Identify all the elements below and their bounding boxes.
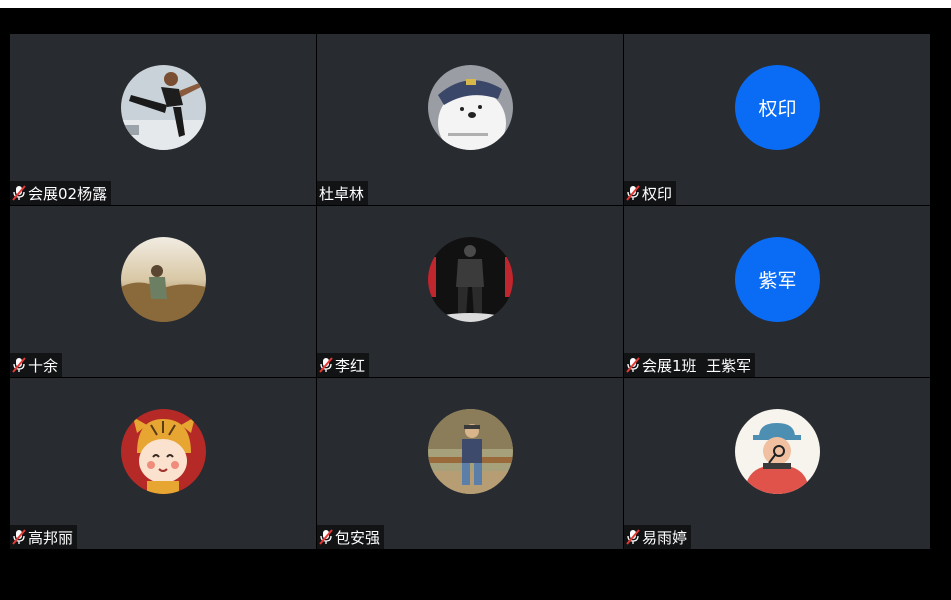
participant-name: 杜卓林: [319, 184, 365, 203]
participant-avatar: [735, 409, 820, 494]
participant-name-tag: 易雨婷: [624, 525, 692, 549]
mic-muted-icon: [319, 357, 333, 373]
detective-cartoon-icon: [735, 409, 820, 494]
mic-muted-icon: [12, 529, 26, 545]
avatar-initials: 紫军: [758, 270, 797, 292]
mic-muted-icon: [626, 185, 640, 201]
top-white-strip: [0, 0, 951, 8]
field-photo-icon: [121, 237, 206, 322]
participant-name: 会展02杨露: [28, 184, 108, 203]
participant-tile[interactable]: 紫军 会展1班 王紫军: [624, 206, 930, 377]
participant-name-tag: 十余: [10, 353, 63, 377]
participant-avatar: [428, 65, 513, 150]
tiger-girl-cartoon-icon: [121, 409, 206, 494]
video-grid: 会展02杨露 杜卓林 权印 权印 十余 李红 紫军 会展1班 王紫军 高邦丽 包…: [10, 34, 931, 550]
participant-name: 高邦丽: [28, 528, 74, 547]
bear-photo-icon: [428, 65, 513, 150]
participant-avatar: [121, 409, 206, 494]
participant-tile[interactable]: 李红: [317, 206, 623, 377]
mic-muted-icon: [626, 529, 640, 545]
participant-name: 易雨婷: [642, 528, 688, 547]
participant-tile[interactable]: 十余: [10, 206, 316, 377]
participant-tile[interactable]: 易雨婷: [624, 378, 930, 549]
avatar-initials: 权印: [758, 98, 797, 120]
participant-name-tag: 包安强: [317, 525, 385, 549]
dancer-photo-icon: [121, 65, 206, 150]
participant-tile[interactable]: 包安强: [317, 378, 623, 549]
participant-tile[interactable]: 杜卓林: [317, 34, 623, 205]
participant-name: 会展1班 王紫军: [642, 356, 752, 375]
basketball-player-photo-icon: [428, 237, 513, 322]
participant-name: 包安强: [335, 528, 381, 547]
participant-avatar: 权印: [735, 65, 820, 150]
mic-muted-icon: [626, 357, 640, 373]
child-photo-icon: [428, 409, 513, 494]
mic-muted-icon: [12, 185, 26, 201]
participant-name: 十余: [28, 356, 59, 375]
mic-muted-icon: [319, 529, 333, 545]
participant-name: 李红: [335, 356, 366, 375]
participant-name: 权印: [642, 184, 673, 203]
participant-name-tag: 李红: [317, 353, 370, 377]
participant-tile[interactable]: 权印 权印: [624, 34, 930, 205]
participant-name-tag: 杜卓林: [317, 181, 369, 205]
mic-muted-icon: [12, 357, 26, 373]
participant-name-tag: 会展02杨露: [10, 181, 112, 205]
participant-name-tag: 高邦丽: [10, 525, 78, 549]
participant-name-tag: 会展1班 王紫军: [624, 353, 756, 377]
participant-avatar: [121, 65, 206, 150]
participant-avatar: [428, 409, 513, 494]
participant-tile[interactable]: 会展02杨露: [10, 34, 316, 205]
participant-avatar: [121, 237, 206, 322]
participant-name-tag: 权印: [624, 181, 677, 205]
participant-avatar: 紫军: [735, 237, 820, 322]
participant-tile[interactable]: 高邦丽: [10, 378, 316, 549]
participant-avatar: [428, 237, 513, 322]
